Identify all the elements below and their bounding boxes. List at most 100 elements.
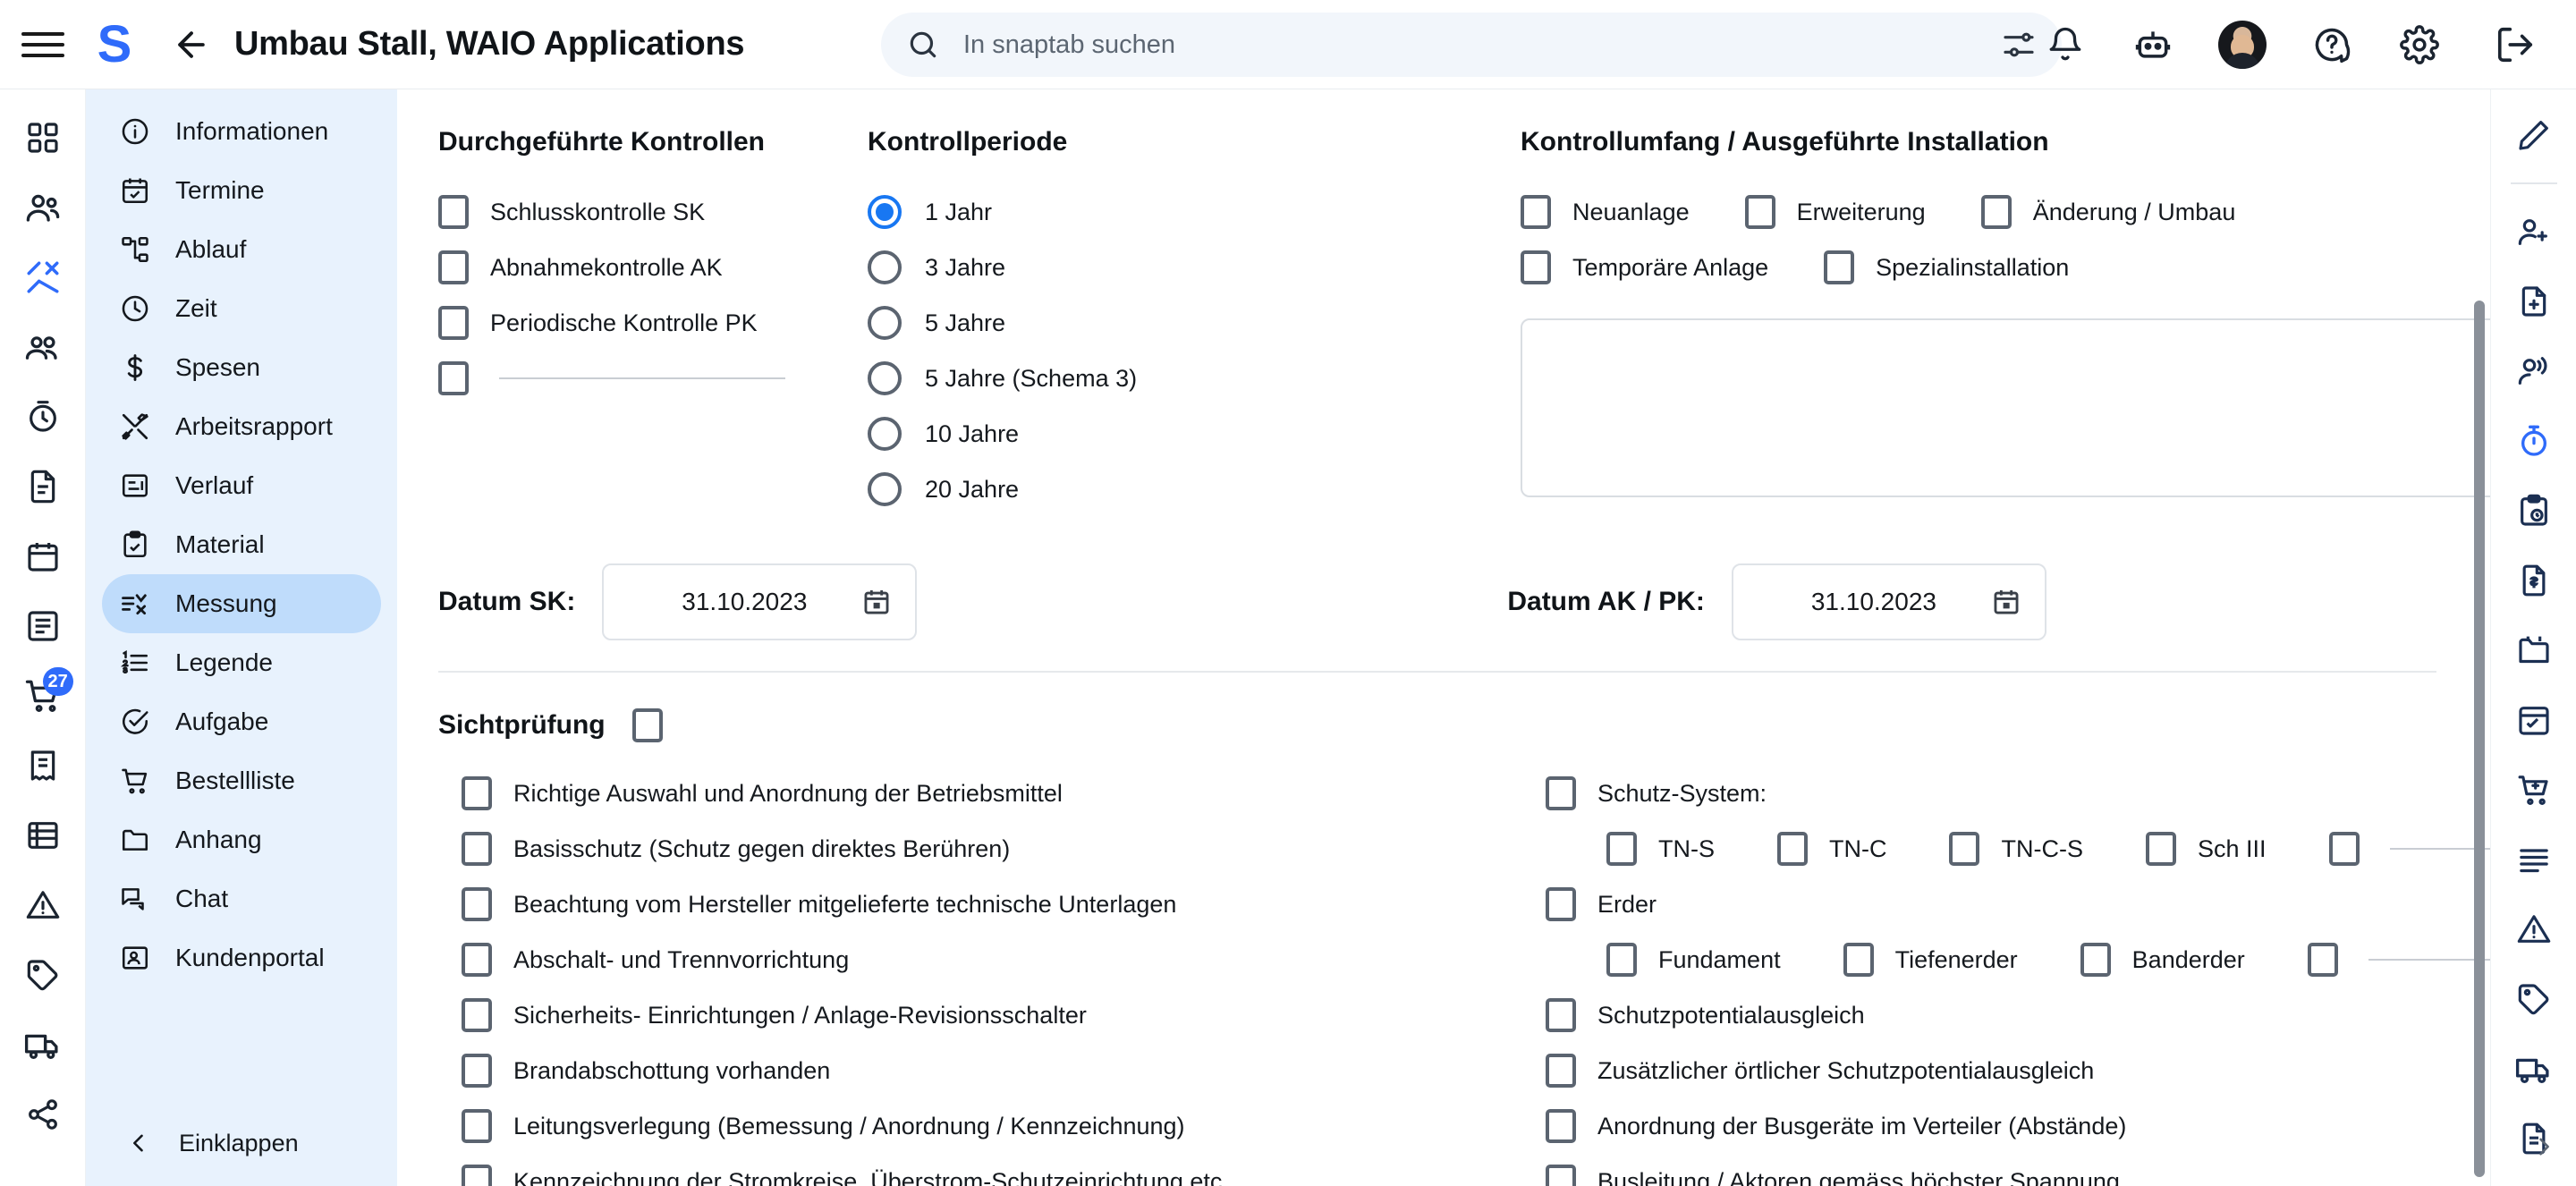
checkbox-row[interactable]: Schutzpotentialausgleich [1546, 987, 2490, 1043]
sidebar-item-ablauf[interactable]: Ablauf [102, 220, 381, 279]
robot-icon[interactable] [2131, 22, 2175, 67]
clipboard-time-icon[interactable] [2512, 488, 2556, 533]
back-arrow-icon[interactable] [168, 21, 215, 68]
checkbox-row[interactable]: Periodische Kontrolle PK [438, 295, 868, 351]
settings-gear-icon[interactable] [2397, 22, 2442, 67]
checkbox-busleitung-aktoren[interactable] [1546, 1165, 1576, 1186]
sidebar-item-informationen[interactable]: Informationen [102, 102, 381, 161]
sidebar-item-arbeitsrapport[interactable]: Arbeitsrapport [102, 397, 381, 456]
calendar-icon[interactable] [861, 587, 892, 617]
checkbox-row[interactable]: Leitungsverlegung (Bemessung / Anordnung… [462, 1098, 1538, 1154]
truck-icon[interactable] [2512, 1046, 2556, 1091]
invoice-doc-icon[interactable] [2512, 558, 2556, 603]
radio-5-jahre[interactable] [868, 306, 902, 340]
checkbox-anordnung-busgeraete[interactable] [1546, 1109, 1576, 1143]
checkbox-row[interactable]: Erweiterung [1744, 195, 1926, 229]
checkbox-sch-iii[interactable] [2145, 832, 2176, 866]
sidebar-item-spesen[interactable]: Spesen [102, 338, 381, 397]
checkbox-abnahmekontrolle-ak[interactable] [438, 250, 469, 284]
checkbox-schutz-system-custom[interactable] [2328, 832, 2360, 866]
warning-icon[interactable] [20, 882, 66, 928]
checkbox-row[interactable]: Schlusskontrolle SK [438, 184, 868, 240]
checkbox-tiefenerder[interactable] [1843, 943, 1874, 977]
share-icon[interactable] [20, 1091, 66, 1138]
warning-tri-icon[interactable] [2512, 907, 2556, 952]
invoice-icon[interactable] [20, 742, 66, 789]
sidebar-item-messung[interactable]: Messung [102, 574, 381, 633]
tag-price-icon[interactable] [2512, 977, 2556, 1021]
checkbox-aenderung-umbau[interactable] [1980, 195, 2012, 229]
sidebar-item-termine[interactable]: Termine [102, 161, 381, 220]
kontrollumfang-notes-textarea[interactable] [1521, 318, 2490, 497]
checkbox-basisschutz[interactable] [462, 832, 492, 866]
datum-sk-field[interactable]: 31.10.2023 [602, 563, 918, 640]
checkbox-schutz-system[interactable] [1546, 776, 1576, 810]
document-icon[interactable] [20, 463, 66, 510]
checkbox-fundament[interactable] [1606, 943, 1637, 977]
custom-kontrolle-input[interactable] [499, 377, 785, 379]
calendar-icon[interactable] [1991, 587, 2021, 617]
checkbox-row-custom[interactable] [438, 351, 868, 406]
dashboard-icon[interactable] [20, 114, 66, 161]
sidebar-item-anhang[interactable]: Anhang [102, 810, 381, 869]
radio-row[interactable]: 1 Jahr [868, 184, 1521, 240]
checkbox-schlusskontrolle-sk[interactable] [438, 195, 469, 229]
sidebar-item-material[interactable]: Material [102, 515, 381, 574]
notes-icon[interactable] [20, 603, 66, 649]
cart-icon[interactable]: 27 [20, 667, 73, 719]
help-icon[interactable] [2309, 22, 2354, 67]
checkbox-row[interactable]: Beachtung vom Hersteller mitgelieferte t… [462, 877, 1538, 932]
checkbox-row[interactable]: Spezialinstallation [1824, 250, 2069, 284]
list-icon[interactable] [20, 812, 66, 859]
sidebar-item-bestellliste[interactable]: Bestellliste [102, 751, 381, 810]
datum-ak-pk-field[interactable]: 31.10.2023 [1731, 563, 2046, 640]
filter-tune-icon[interactable] [1999, 25, 2038, 64]
checkbox-leitungsverlegung[interactable] [462, 1109, 492, 1143]
checkbox-periodische-kontrolle-pk[interactable] [438, 306, 469, 340]
chevron-right-icon[interactable] [2526, 1129, 2562, 1165]
delivery-icon[interactable] [20, 1021, 66, 1068]
checkbox-erder-custom[interactable] [2307, 943, 2338, 977]
checkbox-erweiterung[interactable] [1744, 195, 1775, 229]
checkbox-zusaetzlicher-schutzpotentialausgleich[interactable] [1546, 1054, 1576, 1088]
stopwatch-icon[interactable] [2512, 419, 2556, 463]
radio-1-jahr[interactable] [868, 195, 902, 229]
checkbox-row[interactable]: Sicherheits- Einrichtungen / Anlage-Revi… [462, 987, 1538, 1043]
checkbox-row[interactable]: Richtige Auswahl und Anordnung der Betri… [462, 766, 1538, 821]
add-folder-icon[interactable] [2512, 279, 2556, 324]
checkbox-tn-c-s[interactable] [1949, 832, 1980, 866]
add-person-icon[interactable] [2512, 209, 2556, 254]
projects-icon[interactable] [20, 254, 66, 301]
sidebar-item-kundenportal[interactable]: Kundenportal [102, 928, 381, 987]
search-input[interactable] [963, 30, 1999, 60]
checkbox-row[interactable]: Kennzeichnung der Stromkreise, Überstrom… [462, 1154, 1538, 1186]
list-lines-icon[interactable] [2512, 837, 2556, 882]
sidebar-item-legende[interactable]: Legende [102, 633, 381, 692]
checkbox-tn-c[interactable] [1777, 832, 1808, 866]
sidebar-collapse-button[interactable]: Einklappen [102, 1116, 381, 1170]
checkbox-richtige-auswahl[interactable] [462, 776, 492, 810]
radio-row[interactable]: 10 Jahre [868, 406, 1521, 462]
radio-row[interactable]: 5 Jahre [868, 295, 1521, 351]
checkbox-row[interactable]: Temporäre Anlage [1521, 250, 1768, 284]
checkbox-kennzeichnung-stromkreise[interactable] [462, 1165, 492, 1186]
checkbox-row[interactable]: Anordnung der Busgeräte im Verteiler (Ab… [1546, 1098, 2490, 1154]
checkbox-row[interactable]: Busleitung / Aktoren gemäss höchster Spa… [1546, 1154, 2490, 1186]
tag-icon[interactable] [20, 952, 66, 998]
cart-add-icon[interactable] [2512, 767, 2556, 812]
checkbox-row[interactable]: Brandabschottung vorhanden [462, 1043, 1538, 1098]
sidebar-item-aufgabe[interactable]: Aufgabe [102, 692, 381, 751]
invite-person-icon[interactable] [2512, 349, 2556, 394]
task-add-icon[interactable] [2512, 698, 2556, 742]
radio-20-jahre[interactable] [868, 472, 902, 506]
checkbox-tn-s[interactable] [1606, 832, 1637, 866]
checkbox-neuanlage[interactable] [1521, 195, 1551, 229]
sidebar-item-zeit[interactable]: Zeit [102, 279, 381, 338]
checkbox-custom-kontrolle[interactable] [438, 361, 469, 395]
edit-pencil-icon[interactable] [2512, 113, 2556, 157]
snaptab-logo-icon[interactable]: S [91, 18, 138, 70]
checkbox-row[interactable]: Schutz-System: [1546, 766, 2490, 821]
time-icon[interactable] [20, 394, 66, 440]
checkbox-temporaere-anlage[interactable] [1521, 250, 1551, 284]
search-bar[interactable] [881, 13, 2062, 77]
